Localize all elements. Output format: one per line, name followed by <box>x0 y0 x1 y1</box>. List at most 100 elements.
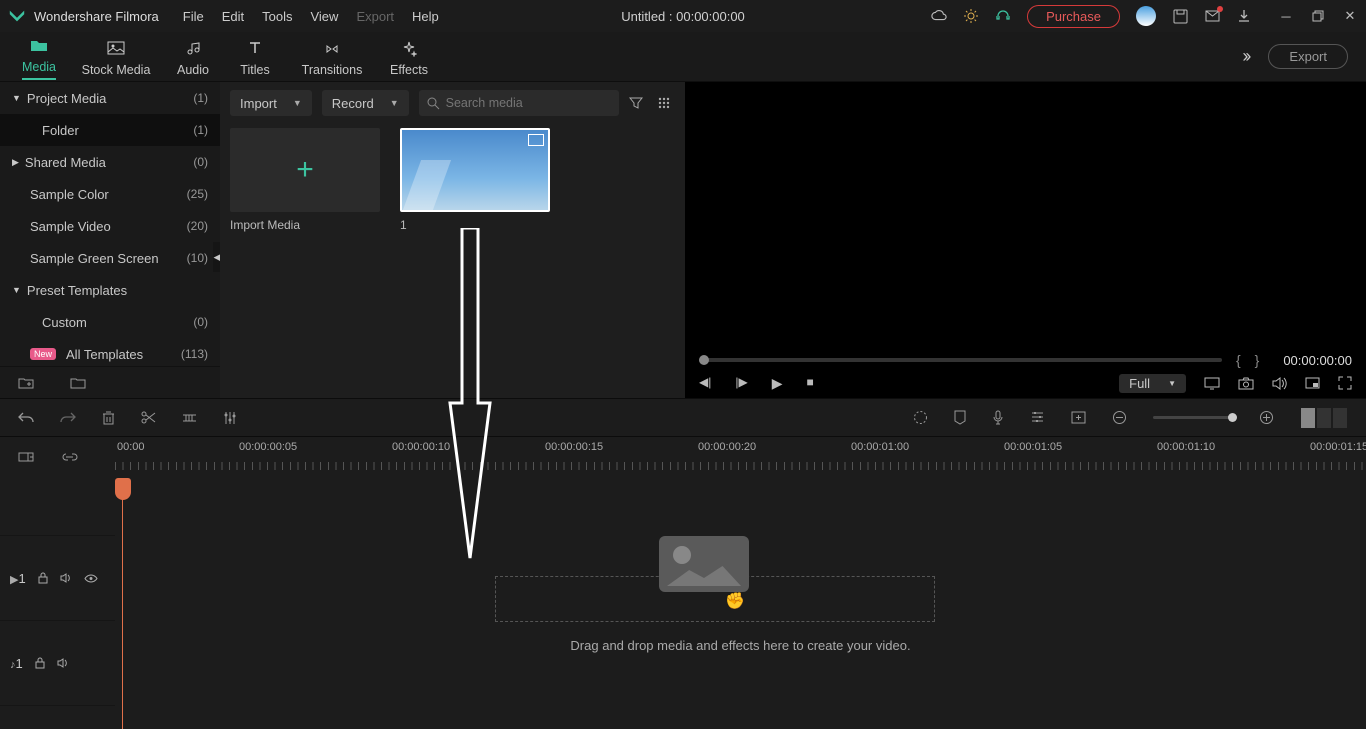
sidebar-folder[interactable]: Folder(1) <box>0 114 220 146</box>
zoom-in-icon[interactable] <box>1259 410 1274 425</box>
auto-ripple-icon[interactable] <box>18 450 34 464</box>
menu-tools[interactable]: Tools <box>262 9 292 24</box>
mute-icon[interactable] <box>60 573 72 583</box>
lock-icon[interactable] <box>35 657 45 669</box>
sidebar-sample-green[interactable]: Sample Green Screen(10) <box>0 242 220 274</box>
chevron-down-icon: ▼ <box>293 98 302 108</box>
volume-icon[interactable] <box>1272 377 1287 390</box>
ruler-ticks <box>115 462 1366 470</box>
text-icon <box>224 41 286 59</box>
minimize-icon[interactable]: ─ <box>1278 8 1294 24</box>
prev-frame-icon[interactable]: ◀| <box>699 375 711 392</box>
timeline-ruler[interactable]: 00:00 00:00:00:05 00:00:00:10 00:00:00:1… <box>115 437 1366 476</box>
zoom-slider[interactable] <box>1153 416 1233 419</box>
zoom-out-icon[interactable] <box>1112 410 1127 425</box>
record-dropdown[interactable]: Record▼ <box>322 90 409 116</box>
media-clip-1[interactable]: 1 <box>400 128 550 232</box>
export-button[interactable]: Export <box>1268 44 1348 69</box>
menu-view[interactable]: View <box>310 9 338 24</box>
folder-icon[interactable] <box>70 376 86 389</box>
sidebar-preset-templates[interactable]: ▼Preset Templates <box>0 274 220 306</box>
media-thumbnails: + Import Media 1 <box>230 128 675 232</box>
sidebar-shared-media[interactable]: ▶Shared Media(0) <box>0 146 220 178</box>
render-icon[interactable] <box>913 410 928 425</box>
module-tabs: Media Stock Media Audio Titles Transitio… <box>0 32 1366 82</box>
redo-icon[interactable] <box>60 411 76 425</box>
download-icon[interactable] <box>1236 8 1252 24</box>
tab-transitions[interactable]: Transitions <box>286 37 378 77</box>
tab-effects[interactable]: Effects <box>378 37 440 77</box>
video-track-icon: ▶1 <box>10 571 26 586</box>
search-input[interactable] <box>446 96 611 110</box>
cloud-icon[interactable] <box>931 8 947 24</box>
marker-icon[interactable] <box>954 410 966 425</box>
support-icon[interactable] <box>995 8 1011 24</box>
work-area: ▼Project Media(1) Folder(1) ▶Shared Medi… <box>0 82 1366 398</box>
maximize-icon[interactable] <box>1310 8 1326 24</box>
tab-stock-media[interactable]: Stock Media <box>70 37 162 77</box>
sidebar-project-media[interactable]: ▼Project Media(1) <box>0 82 220 114</box>
playhead[interactable] <box>115 478 131 500</box>
lock-icon[interactable] <box>38 572 48 584</box>
app-logo-icon <box>8 7 26 25</box>
tab-titles[interactable]: Titles <box>224 37 286 77</box>
tab-audio[interactable]: Audio <box>162 37 224 77</box>
sidebar-footer <box>0 366 220 398</box>
mark-in-icon[interactable]: { <box>1236 352 1241 368</box>
import-media-tile[interactable]: + Import Media <box>230 128 380 232</box>
next-frame-icon[interactable]: |▶ <box>735 375 747 392</box>
tab-media[interactable]: Media <box>8 34 70 80</box>
close-icon[interactable]: ✕ <box>1342 8 1358 24</box>
stop-icon[interactable]: ■ <box>807 375 814 392</box>
visibility-icon[interactable] <box>84 574 98 583</box>
snapshot-icon[interactable] <box>1238 377 1254 390</box>
preview-controls: ◀| |▶ ▶ ■ Full▼ <box>699 370 1352 396</box>
purchase-button[interactable]: Purchase <box>1027 5 1120 28</box>
menu-edit[interactable]: Edit <box>222 9 244 24</box>
mixer-icon[interactable] <box>1030 411 1045 424</box>
new-folder-icon[interactable] <box>18 376 34 389</box>
sidebar-sample-video[interactable]: Sample Video(20) <box>0 210 220 242</box>
timeline-view-toggle[interactable] <box>1300 408 1348 428</box>
search-box[interactable] <box>419 90 619 116</box>
preview-timecode: 00:00:00:00 <box>1283 353 1352 368</box>
video-track-header[interactable]: ▶1 <box>0 536 115 621</box>
user-avatar[interactable] <box>1136 6 1156 26</box>
sidebar-collapse[interactable]: ◀ <box>213 242 220 272</box>
link-icon[interactable] <box>62 452 78 462</box>
more-tabs-icon[interactable]: ›› <box>1242 46 1248 67</box>
tips-icon[interactable] <box>963 8 979 24</box>
voiceover-icon[interactable] <box>992 410 1004 426</box>
sidebar-custom[interactable]: Custom(0) <box>0 306 220 338</box>
audio-track-header[interactable]: ♪1 <box>0 621 115 706</box>
import-dropdown[interactable]: Import▼ <box>230 90 312 116</box>
titlebar-right: Purchase ─ ✕ <box>931 5 1358 28</box>
menu-help[interactable]: Help <box>412 9 439 24</box>
adjust-icon[interactable] <box>223 411 237 425</box>
grid-view-icon[interactable] <box>657 96 675 110</box>
mark-out-icon[interactable]: } <box>1255 352 1260 368</box>
filter-icon[interactable] <box>629 96 647 110</box>
track-spacer <box>0 476 115 536</box>
display-icon[interactable] <box>1204 377 1220 390</box>
timeline-header-left <box>0 437 115 476</box>
delete-icon[interactable] <box>102 410 115 425</box>
timeline-toolbar <box>0 398 1366 436</box>
fullscreen-icon[interactable] <box>1338 376 1352 390</box>
scrub-track[interactable] <box>699 358 1222 362</box>
save-icon[interactable] <box>1172 8 1188 24</box>
add-marker-icon[interactable] <box>1071 411 1086 424</box>
timeline-header: 00:00 00:00:00:05 00:00:00:10 00:00:00:1… <box>0 436 1366 476</box>
mute-icon[interactable] <box>57 658 69 668</box>
undo-icon[interactable] <box>18 411 34 425</box>
timeline-tracks[interactable]: ✊ Drag and drop media and effects here t… <box>115 476 1366 729</box>
menu-export: Export <box>356 9 394 24</box>
crop-icon[interactable] <box>182 411 197 425</box>
quality-dropdown[interactable]: Full▼ <box>1119 374 1186 393</box>
split-icon[interactable] <box>141 410 156 425</box>
play-icon[interactable]: ▶ <box>772 375 783 392</box>
sidebar-sample-color[interactable]: Sample Color(25) <box>0 178 220 210</box>
menu-file[interactable]: File <box>183 9 204 24</box>
pip-icon[interactable] <box>1305 377 1320 389</box>
message-icon[interactable] <box>1204 8 1220 24</box>
